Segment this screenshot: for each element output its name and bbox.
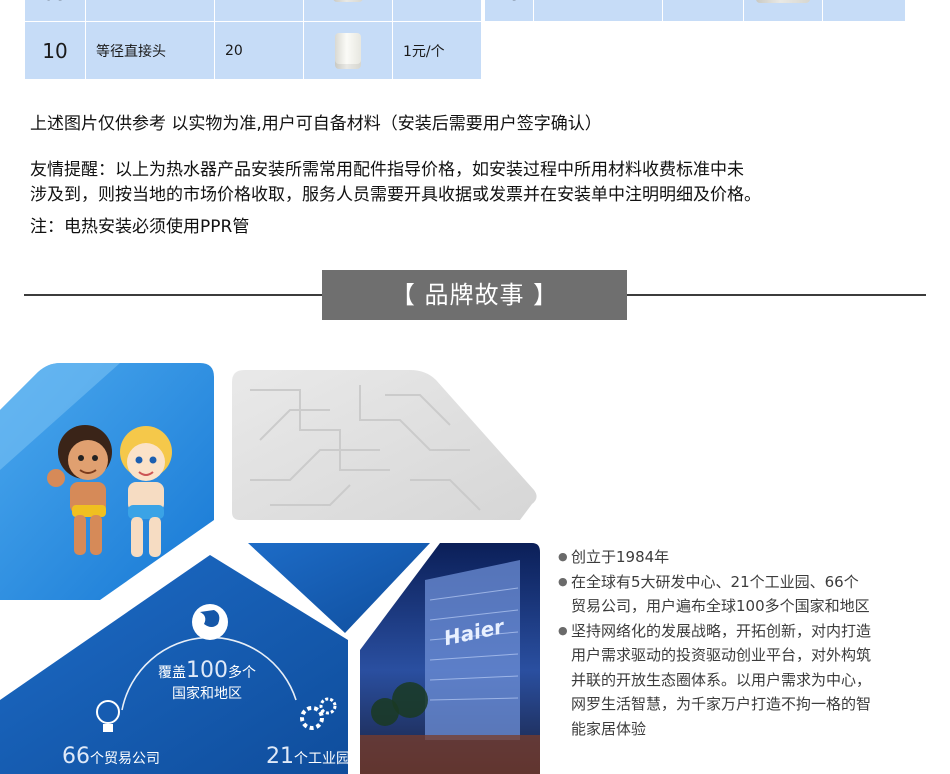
coverage-prefix: 覆盖 [158,665,186,681]
row-number: 10 [24,21,86,80]
reminder-note-line2: 涉及到，则按当地的市场价格收取，服务人员需要开具收据或发票并在安装单中注明明细及… [30,185,761,205]
list-item: ● 在全球有5大研发中心、21个工业园、66个 贸易公司，用户遍布全球100多个国… [558,570,918,619]
table-row: 09 [24,0,482,22]
bullet-icon: ● [558,550,568,563]
table-row: 19 [484,0,906,22]
reminder-note-line1: 友情提醒：以上为热水器产品安装所需常用配件指导价格，如安装过程中所用材料收费标准… [30,160,744,180]
reference-note: 上述图片仅供参考 以实物为准,用户可自备材料（安装后需要用户签字确认） [30,114,602,134]
part-name [85,0,215,22]
coverage-stat: 覆盖100多个 [158,658,256,683]
ppr-note: 注：电热安装必须使用PPR管 [30,217,250,237]
list-item: ● 坚持网络化的发展战略，开拓创新，对内打造 用户需求驱动的投资驱动创业平台，对外… [558,619,918,742]
brand-collage: Haier [0,363,540,774]
part-price: 1元/个 [392,21,482,80]
part-price [822,0,906,22]
part-price [392,0,482,22]
part-name [533,0,663,22]
fact-text: 在全球有5大研发中心、21个工业园、66个 贸易公司，用户遍布全球100多个国家… [571,572,870,616]
divider-left [24,294,322,296]
divider-right [627,294,926,296]
part-name: 等径直接头 [85,21,215,80]
trade-company-stat: 66个贸易公司 [62,744,160,769]
section-title: 【 品牌故事 】 [322,270,627,320]
industrial-park-stat: 21个工业园 [266,744,350,769]
row-number: 19 [484,0,534,22]
parts-table-right: 19 [484,0,906,22]
part-size [662,0,744,22]
fitting-image [335,32,361,69]
bullet-icon: ● [558,623,568,637]
industrial-number: 21 [266,744,294,769]
coverage-suffix: 多个 [228,665,256,681]
fitting-image [333,0,363,2]
part-size: 20 [214,21,304,80]
row-number: 09 [24,0,86,22]
fact-text: 坚持网络化的发展战略，开拓创新，对内打造 用户需求驱动的投资驱动创业平台，对外构… [571,621,872,738]
trade-suffix: 个贸易公司 [90,751,160,767]
pattern-panel [232,370,537,520]
industrial-suffix: 个工业园 [294,751,350,767]
bullet-icon: ● [558,574,568,588]
coverage-number: 100 [186,658,228,683]
part-image [303,0,393,22]
list-item: ● 创立于1984年 [558,545,918,570]
trade-number: 66 [62,744,90,769]
parts-table-left: 09 10 等径直接头 20 1元/个 [24,0,482,80]
fact-text: 创立于1984年 [571,548,670,566]
table-row: 10 等径直接头 20 1元/个 [24,21,482,80]
part-image [303,21,393,80]
fitting-image [756,0,810,3]
brand-facts: ● 创立于1984年 ● 在全球有5大研发中心、21个工业园、66个 贸易公司，用户… [558,545,918,741]
coverage-stat-line2: 国家和地区 [172,686,242,702]
part-image [743,0,823,22]
part-size [214,0,304,22]
mascot-panel [0,363,214,600]
